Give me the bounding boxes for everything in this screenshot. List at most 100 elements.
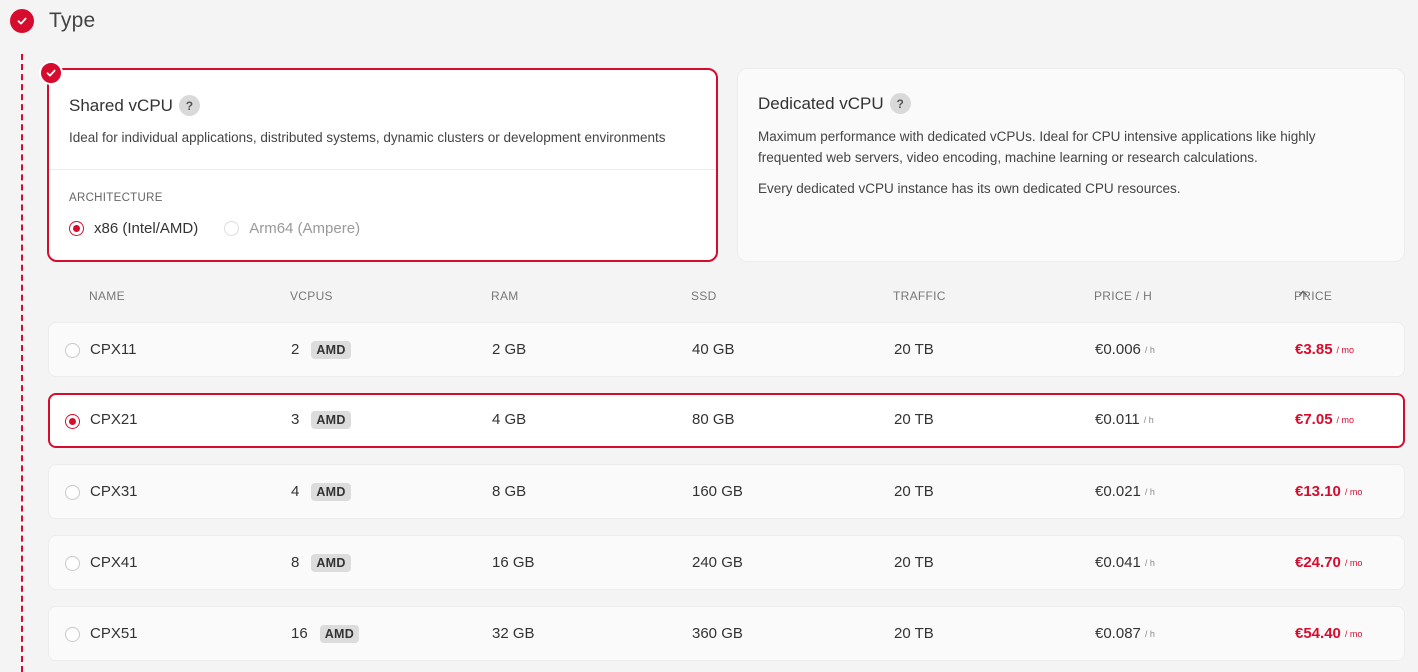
dedicated-vcpu-title: Dedicated vCPU — [758, 93, 884, 113]
row-traffic: 20 TB — [894, 411, 934, 428]
hourly-price: €0.041 — [1095, 554, 1141, 571]
vcpu-count: 16 — [291, 625, 308, 642]
row-traffic: 20 TB — [894, 554, 934, 571]
arch-option-label: x86 (Intel/AMD) — [94, 220, 199, 237]
dedicated-vcpu-description: Maximum performance with dedicated vCPUs… — [758, 129, 1316, 165]
table-row[interactable]: CPX51 16 AMD 32 GB 360 GB 20 TB €0.087 /… — [48, 606, 1405, 661]
arch-option-arm64[interactable]: Arm64 (Ampere) — [224, 220, 360, 237]
row-price-hourly: €0.011 / h — [1095, 394, 1154, 445]
month-unit: / mo — [1344, 486, 1363, 497]
row-radio[interactable] — [65, 556, 80, 571]
column-header-traffic[interactable]: TRAFFIC — [893, 289, 946, 303]
step-connector-line — [21, 54, 23, 672]
row-ssd: 40 GB — [692, 341, 735, 358]
row-price-monthly: €54.40 / mo — [1295, 607, 1362, 660]
row-name: CPX11 — [90, 341, 137, 358]
cpu-vendor-badge: AMD — [311, 410, 351, 429]
row-ssd: 360 GB — [692, 625, 743, 642]
arch-option-label: Arm64 (Ampere) — [249, 220, 361, 237]
vcpu-count: 8 — [291, 554, 300, 571]
arch-option-x86[interactable]: x86 (Intel/AMD) — [69, 220, 198, 237]
column-header-ssd[interactable]: SSD — [691, 289, 717, 303]
monthly-price: €3.85 — [1295, 341, 1333, 358]
row-vcpus: 4 AMD — [291, 465, 351, 518]
radio-x86[interactable] — [69, 221, 84, 236]
row-price-hourly: €0.006 / h — [1095, 323, 1155, 376]
row-name: CPX51 — [90, 625, 138, 642]
monthly-price: €24.70 — [1295, 554, 1341, 571]
architecture-options: x86 (Intel/AMD) Arm64 (Ampere) — [69, 220, 386, 237]
row-traffic: 20 TB — [894, 483, 934, 500]
monthly-price: €13.10 — [1295, 483, 1341, 500]
card-divider — [49, 169, 716, 170]
help-icon[interactable]: ? — [889, 93, 911, 114]
row-radio[interactable] — [65, 485, 80, 500]
hour-unit: / h — [1143, 414, 1154, 425]
month-unit: / mo — [1344, 557, 1363, 568]
table-row[interactable]: CPX31 4 AMD 8 GB 160 GB 20 TB €0.021 / h… — [48, 464, 1405, 519]
hour-unit: / h — [1144, 486, 1155, 497]
row-ssd: 240 GB — [692, 554, 743, 571]
column-header-price-h[interactable]: PRICE / H — [1094, 289, 1152, 303]
hourly-price: €0.006 — [1095, 341, 1141, 358]
help-icon[interactable]: ? — [178, 95, 200, 116]
dedicated-vcpu-card[interactable]: Dedicated vCPU ? Maximum performance wit… — [737, 68, 1405, 262]
column-header-price-label: PRICE — [1294, 289, 1333, 303]
table-row[interactable]: CPX21 3 AMD 4 GB 80 GB 20 TB €0.011 / h … — [48, 393, 1405, 448]
radio-arm64[interactable] — [224, 221, 240, 236]
row-ssd: 80 GB — [692, 411, 735, 428]
cpu-vendor-badge: AMD — [319, 624, 360, 643]
row-ram: 4 GB — [492, 411, 527, 428]
row-ram: 32 GB — [492, 625, 535, 642]
month-unit: / mo — [1336, 414, 1355, 425]
card-title: Dedicated vCPU ? — [758, 93, 911, 114]
monthly-price: €7.05 — [1295, 411, 1333, 428]
row-price-monthly: €13.10 / mo — [1295, 465, 1362, 518]
server-type-page: Type Shared vCPU ? Ideal for individual … — [0, 0, 1418, 672]
table-row[interactable]: CPX41 8 AMD 16 GB 240 GB 20 TB €0.041 / … — [48, 535, 1405, 590]
row-vcpus: 3 AMD — [291, 394, 351, 445]
section-header: Type — [10, 9, 95, 33]
table-row[interactable]: CPX11 2 AMD 2 GB 40 GB 20 TB €0.006 / h … — [48, 322, 1405, 377]
shared-vcpu-title: Shared vCPU — [69, 95, 173, 115]
selected-check-icon — [39, 61, 63, 85]
row-radio[interactable] — [65, 414, 80, 429]
shared-vcpu-card[interactable]: Shared vCPU ? Ideal for individual appli… — [39, 61, 718, 262]
row-radio[interactable] — [65, 343, 80, 358]
table-header: NAME VCPUS RAM SSD TRAFFIC PRICE / H PRI… — [89, 289, 1405, 305]
cpu-vendor-badge: AMD — [311, 340, 351, 359]
hour-unit: / h — [1144, 344, 1155, 355]
row-price-hourly: €0.041 / h — [1095, 536, 1155, 589]
row-radio[interactable] — [65, 627, 80, 642]
card-title: Shared vCPU ? — [69, 95, 200, 116]
hourly-price: €0.021 — [1095, 483, 1141, 500]
row-price-monthly: €7.05 / mo — [1295, 394, 1354, 445]
row-ssd: 160 GB — [692, 483, 743, 500]
cpu-vendor-badge: AMD — [311, 482, 351, 501]
row-ram: 8 GB — [492, 483, 527, 500]
row-price-hourly: €0.087 / h — [1095, 607, 1155, 660]
shared-vcpu-description: Ideal for individual applications, distr… — [69, 130, 666, 145]
row-vcpus: 8 AMD — [291, 536, 351, 589]
column-header-price[interactable]: PRICE — [1294, 289, 1332, 303]
column-header-ram[interactable]: RAM — [491, 289, 519, 303]
row-price-hourly: €0.021 / h — [1095, 465, 1155, 518]
row-vcpus: 2 AMD — [291, 323, 351, 376]
row-name: CPX21 — [90, 411, 138, 428]
architecture-label: ARCHITECTURE — [69, 192, 163, 204]
row-name: CPX41 — [90, 554, 138, 571]
hourly-price: €0.087 — [1095, 625, 1141, 642]
row-price-monthly: €24.70 / mo — [1295, 536, 1362, 589]
section-title: Type — [49, 9, 96, 32]
monthly-price: €54.40 — [1295, 625, 1341, 642]
hour-unit: / h — [1144, 628, 1155, 639]
step-complete-check-icon — [10, 9, 34, 33]
row-name: CPX31 — [90, 483, 138, 500]
column-header-vcpus[interactable]: VCPUS — [290, 289, 333, 303]
row-ram: 16 GB — [492, 554, 535, 571]
vcpu-count: 4 — [291, 483, 300, 500]
hour-unit: / h — [1144, 557, 1155, 568]
row-vcpus: 16 AMD — [291, 607, 360, 660]
column-header-name[interactable]: NAME — [89, 289, 125, 303]
hourly-price: €0.011 — [1095, 411, 1140, 428]
